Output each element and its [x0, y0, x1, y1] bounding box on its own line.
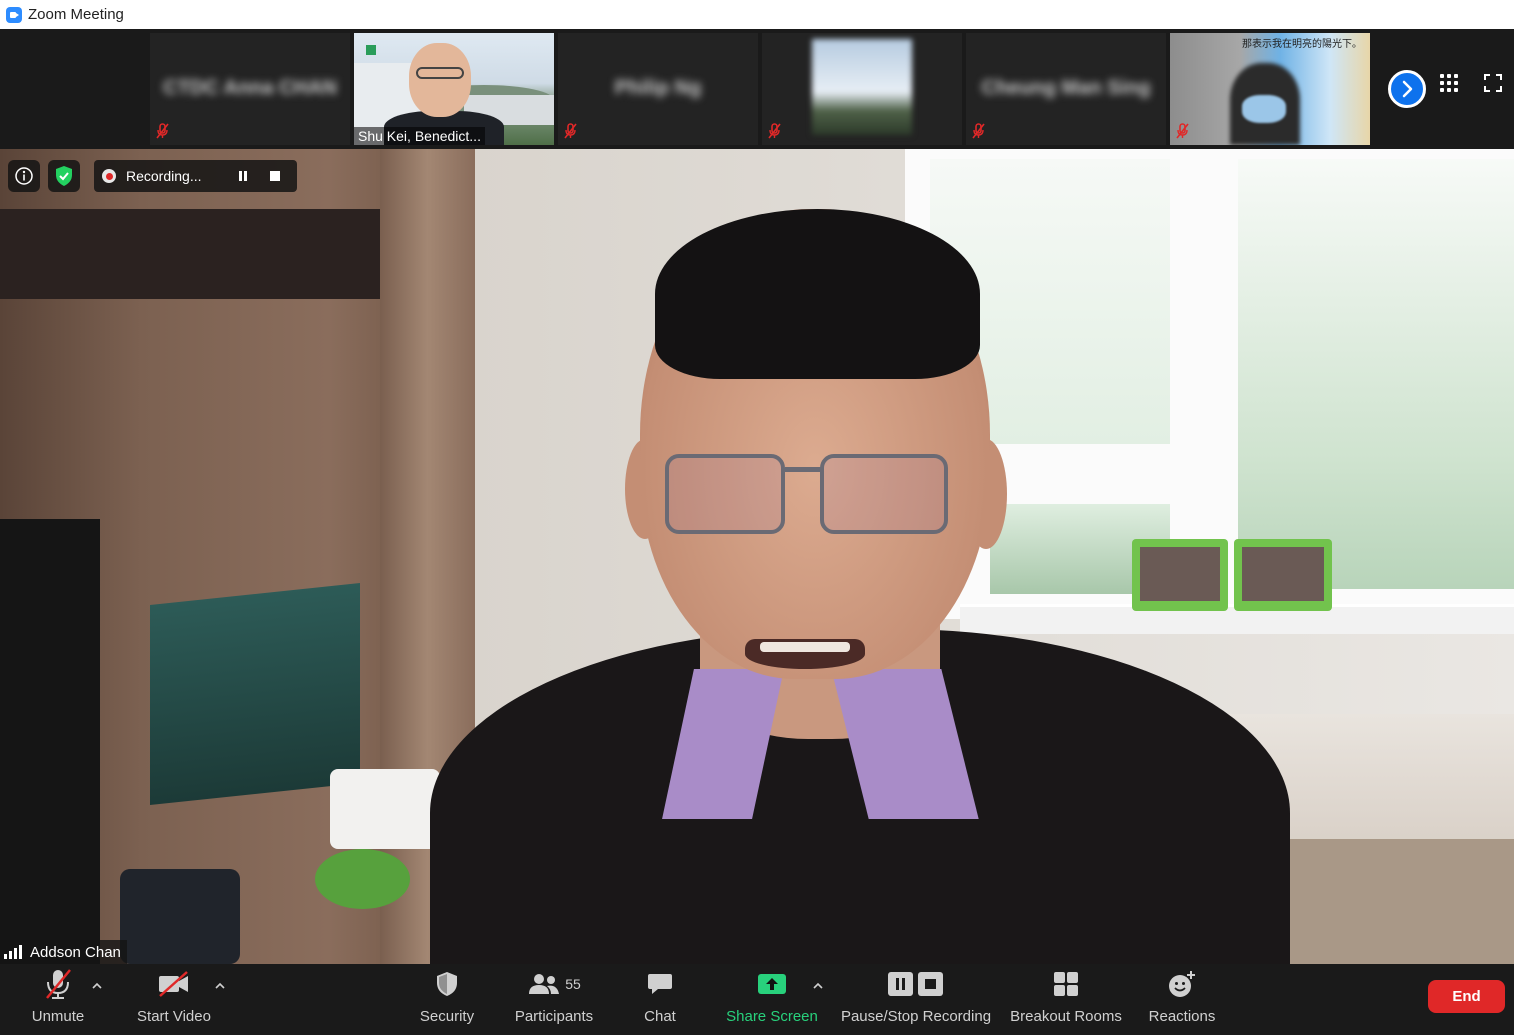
virtual-background-caption: 那表示我在明亮的陽光下。 [1242, 39, 1362, 50]
breakout-rooms-button[interactable]: Breakout Rooms [1008, 964, 1124, 1035]
participant-name: Cheung Man Sing [981, 77, 1151, 99]
mic-muted-icon [1176, 123, 1189, 139]
fullscreen-icon[interactable] [1484, 74, 1502, 92]
recording-indicator: Recording... [94, 160, 298, 192]
meeting-status-bar: Recording... [8, 160, 298, 192]
pause-stop-recording-icon [888, 972, 943, 996]
pause-icon [239, 171, 248, 181]
participant-name: Shu Kei, Benedict... [354, 127, 485, 145]
recording-status: Recording... [126, 168, 202, 184]
share-screen-button[interactable]: Share Screen [724, 964, 820, 1035]
stop-recording-button[interactable] [263, 164, 287, 188]
recording-dot-icon [102, 169, 116, 183]
pause-recording-button[interactable] [231, 164, 255, 188]
chat-button[interactable]: Chat [628, 964, 692, 1035]
pause-stop-recording-button[interactable]: Pause/Stop Recording [840, 964, 992, 1035]
participant-tile-5[interactable]: Cheung Man Sing [966, 33, 1166, 145]
mic-muted-icon [46, 969, 71, 999]
chevron-right-icon [1402, 80, 1413, 98]
security-button[interactable]: Security [412, 964, 482, 1035]
share-options-chevron-up-icon[interactable] [812, 980, 824, 992]
unmute-button[interactable]: Unmute [20, 964, 96, 1035]
share-screen-arrow-up-icon [758, 974, 786, 994]
participants-count: 55 [565, 976, 581, 992]
start-video-label: Start Video [137, 1008, 211, 1025]
security-label: Security [419, 1008, 475, 1025]
participants-icon [529, 974, 560, 994]
mic-muted-icon [972, 123, 985, 139]
participant-tile-6[interactable]: 那表示我在明亮的陽光下。 [1170, 33, 1370, 145]
video-options-chevron-up-icon[interactable] [214, 980, 226, 992]
participant-tile-1[interactable]: CTDC Anna CHAN [150, 33, 350, 145]
start-video-button[interactable]: Start Video [130, 964, 218, 1035]
signal-strength-icon [4, 945, 24, 959]
mic-muted-icon [156, 123, 169, 139]
participant-tile-4[interactable] [762, 33, 962, 145]
participants-label: Participants [514, 1008, 594, 1025]
share-screen-label: Share Screen [726, 1008, 818, 1025]
participant-video: 那表示我在明亮的陽光下。 [1170, 33, 1370, 145]
breakout-rooms-label: Breakout Rooms [1010, 1008, 1122, 1025]
zoom-app-icon [6, 6, 22, 23]
reactions-button[interactable]: Reactions [1144, 964, 1220, 1035]
audio-options-chevron-up-icon[interactable] [91, 980, 103, 992]
end-meeting-button[interactable]: End [1428, 980, 1505, 1013]
stop-icon [270, 171, 281, 181]
video-off-icon [159, 971, 188, 997]
info-icon [15, 167, 33, 185]
title-bar: Zoom Meeting [0, 0, 1514, 29]
meeting-info-button[interactable] [8, 160, 40, 192]
participant-strip: CTDC Anna CHAN Shu Kei, Benedict... Phil… [0, 29, 1514, 149]
window-title: Zoom Meeting [28, 6, 124, 23]
shield-check-icon [56, 166, 72, 186]
mic-muted-icon [768, 123, 781, 139]
chat-bubble-icon [648, 974, 672, 994]
active-speaker-label: Addson Chan [0, 940, 127, 964]
active-speaker-name: Addson Chan [30, 943, 121, 961]
next-page-button[interactable] [1388, 70, 1426, 108]
active-speaker-video [0, 149, 1514, 964]
encryption-status-button[interactable] [48, 160, 80, 192]
unmute-label: Unmute [31, 1008, 85, 1025]
chat-label: Chat [644, 1008, 676, 1025]
participant-name: Philip Ng [614, 77, 702, 99]
reactions-smiley-icon [1169, 971, 1195, 997]
participant-avatar [812, 39, 912, 135]
reactions-label: Reactions [1148, 1008, 1216, 1025]
participant-name: CTDC Anna CHAN [163, 77, 337, 99]
gallery-view-icon[interactable] [1440, 74, 1458, 92]
participant-tile-3[interactable]: Philip Ng [558, 33, 758, 145]
meeting-controls: Unmute Start Video Security 55 Participa… [0, 964, 1514, 1035]
breakout-rooms-icon [1054, 972, 1078, 996]
participants-button[interactable]: 55 Participants [508, 964, 600, 1035]
mic-muted-icon [564, 123, 577, 139]
participant-tile-2[interactable]: Shu Kei, Benedict... [354, 33, 554, 145]
shield-icon [437, 972, 457, 996]
pause-stop-recording-label: Pause/Stop Recording [840, 1008, 992, 1025]
